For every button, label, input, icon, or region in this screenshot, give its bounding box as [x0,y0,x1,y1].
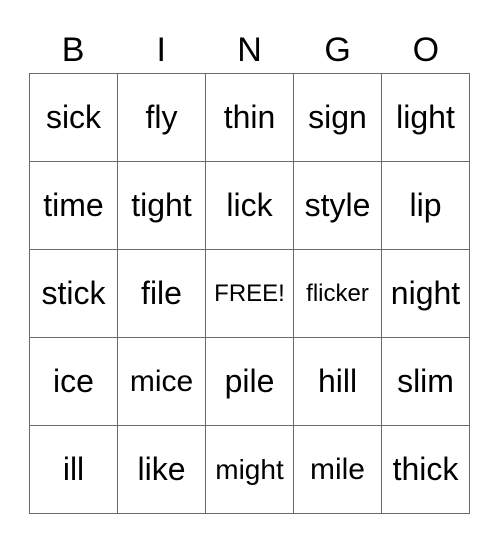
header-letter-n: N [237,31,262,69]
bingo-cell[interactable]: lip [382,162,470,250]
bingo-cell[interactable]: fly [118,74,206,162]
bingo-cell[interactable]: pile [206,338,294,426]
header-letter-b: B [61,31,85,69]
bingo-cell[interactable]: ill [30,426,118,514]
bingo-cell[interactable]: time [30,162,118,250]
bingo-cell[interactable]: light [382,74,470,162]
bingo-grid: sick fly thin sign light time tight lick… [29,73,470,514]
bingo-cell[interactable]: ice [30,338,118,426]
bingo-cell[interactable]: mile [294,426,382,514]
bingo-cell[interactable]: file [118,250,206,338]
header-letter-g: G [324,31,351,69]
bingo-cell[interactable]: stick [30,250,118,338]
bingo-cell[interactable]: like [118,426,206,514]
bingo-cell[interactable]: might [206,426,294,514]
bingo-cell[interactable]: thin [206,74,294,162]
bingo-cell[interactable]: lick [206,162,294,250]
bingo-cell[interactable]: sick [30,74,118,162]
bingo-cell[interactable]: mice [118,338,206,426]
bingo-cell[interactable]: style [294,162,382,250]
bingo-cell[interactable]: night [382,250,470,338]
header-letter-o: O [412,31,440,69]
bingo-header: B I N G O [29,28,470,73]
bingo-cell[interactable]: slim [382,338,470,426]
free-space-cell[interactable]: FREE! [206,250,294,338]
bingo-cell[interactable]: hill [294,338,382,426]
bingo-cell[interactable]: thick [382,426,470,514]
bingo-cell[interactable]: sign [294,74,382,162]
header-letter-i: I [156,31,166,69]
bingo-cell[interactable]: tight [118,162,206,250]
bingo-cell[interactable]: flicker [294,250,382,338]
